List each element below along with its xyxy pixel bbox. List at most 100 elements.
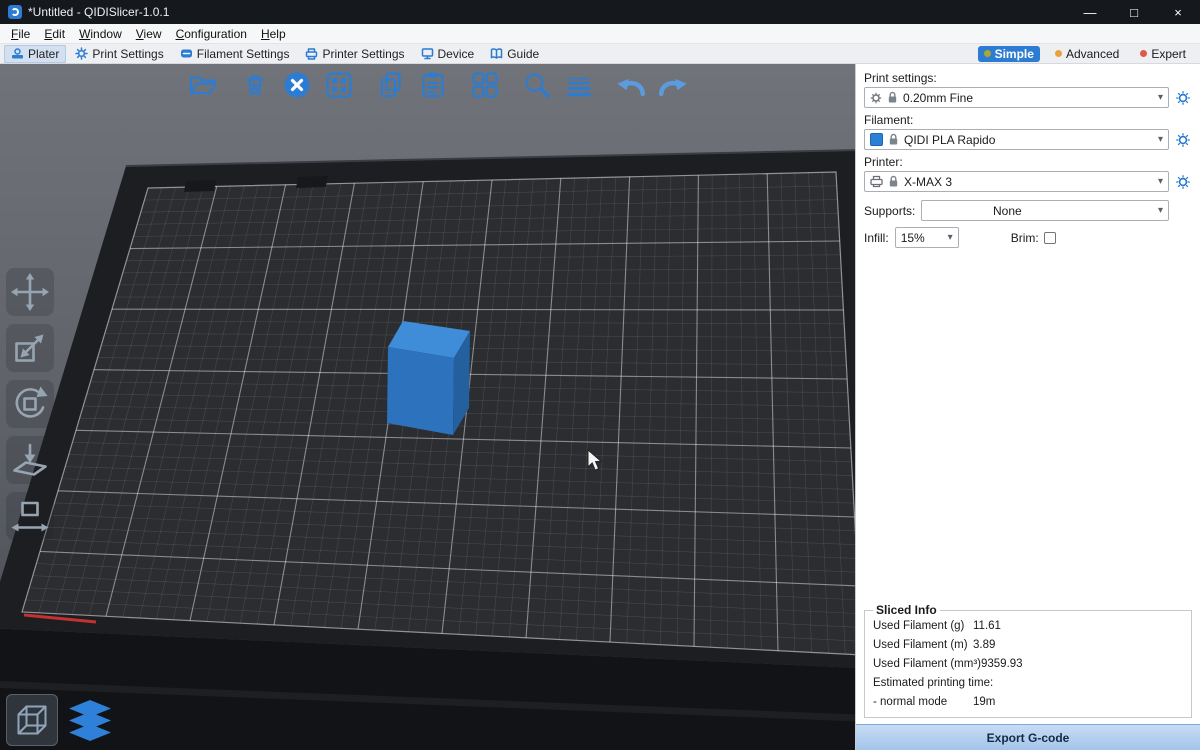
settings-sidebar: Print settings: 0.20mm Fine ▾ Filament: …: [855, 64, 1200, 750]
measure-tool-button[interactable]: [6, 492, 54, 540]
simple-mode-dot-icon: [984, 50, 991, 57]
minimize-button[interactable]: —: [1068, 0, 1112, 24]
gear-icon: [1175, 90, 1191, 106]
rotate-icon: [10, 384, 50, 424]
search-icon: [522, 70, 552, 100]
mode-label: Simple: [995, 47, 1034, 61]
tab-label: Print Settings: [92, 47, 163, 61]
advanced-mode-dot-icon: [1055, 50, 1062, 57]
preview-layers-view-button[interactable]: [64, 694, 116, 746]
sliced-info-value: 3.89: [973, 636, 995, 655]
rotate-tool-button[interactable]: [6, 380, 54, 428]
sliced-info-label: Estimated printing time:: [873, 674, 993, 693]
search-button[interactable]: [520, 68, 554, 102]
brim-checkbox[interactable]: [1044, 232, 1056, 244]
edit-filament-button[interactable]: [1174, 131, 1192, 149]
print-settings-value: 0.20mm Fine: [903, 91, 973, 105]
print-settings-combo[interactable]: 0.20mm Fine ▾: [864, 87, 1169, 108]
3d-editor-view-icon: [14, 702, 50, 738]
supports-value: None: [993, 204, 1022, 218]
printer-combo[interactable]: X-MAX 3 ▾: [864, 171, 1169, 192]
variable-layer-height-icon: [564, 70, 594, 100]
menu-bar: File Edit Window View Configuration Help: [0, 24, 1200, 44]
delete-icon: [240, 70, 270, 100]
split-button[interactable]: [468, 68, 502, 102]
scale-icon: [10, 328, 50, 368]
place-on-face-icon: [10, 440, 50, 480]
tab-device[interactable]: Device: [414, 45, 482, 63]
filament-combo[interactable]: QIDI PLA Rapido ▾: [864, 129, 1169, 150]
menu-configuration[interactable]: Configuration: [169, 26, 254, 42]
variable-layer-height-button[interactable]: [562, 68, 596, 102]
open-button[interactable]: [186, 68, 220, 102]
view-toggle-bar: [6, 694, 116, 746]
sliced-info-label: Used Filament (m): [873, 636, 973, 655]
printer-icon: [305, 47, 318, 60]
mode-expert[interactable]: Expert: [1134, 46, 1192, 62]
printer-icon: [870, 175, 883, 188]
tab-label: Device: [438, 47, 475, 61]
filament-icon: [180, 47, 193, 60]
bed-clip: [184, 180, 216, 192]
brim-label: Brim:: [1011, 231, 1039, 245]
supports-label: Supports:: [864, 204, 915, 218]
menu-window[interactable]: Window: [72, 26, 129, 42]
lock-icon: [888, 133, 899, 146]
copy-button[interactable]: [374, 68, 408, 102]
tab-plater[interactable]: Plater: [4, 45, 66, 63]
tab-label: Guide: [507, 47, 539, 61]
redo-icon: [656, 70, 690, 100]
maximize-button[interactable]: □: [1112, 0, 1156, 24]
delete-button[interactable]: [238, 68, 272, 102]
gear-icon: [1175, 174, 1191, 190]
place-on-face-tool-button[interactable]: [6, 436, 54, 484]
export-gcode-button[interactable]: Export G-code: [856, 724, 1200, 750]
filament-label: Filament:: [864, 113, 1192, 127]
sliced-info-label: Used Filament (g): [873, 617, 973, 636]
menu-edit[interactable]: Edit: [37, 26, 72, 42]
undo-icon: [614, 70, 648, 100]
menu-file[interactable]: File: [4, 26, 37, 42]
chevron-down-icon: ▾: [1158, 134, 1163, 145]
filament-color-swatch: [870, 133, 883, 146]
tab-label: Printer Settings: [322, 47, 404, 61]
infill-label: Infill:: [864, 231, 889, 245]
undo-button[interactable]: [614, 68, 648, 102]
delete-all-button[interactable]: [280, 68, 314, 102]
app-logo-icon: [8, 5, 22, 19]
edit-printer-button[interactable]: [1174, 173, 1192, 191]
move-tool-button[interactable]: [6, 268, 54, 316]
sliced-info-value: 11.61: [973, 617, 1001, 636]
lock-icon: [887, 91, 898, 104]
tab-print-settings[interactable]: Print Settings: [68, 45, 170, 63]
supports-combo[interactable]: None ▾: [921, 200, 1169, 221]
menu-help[interactable]: Help: [254, 26, 293, 42]
model-cube[interactable]: [387, 321, 470, 435]
bed-clip: [296, 176, 328, 188]
mode-simple[interactable]: Simple: [978, 46, 1040, 62]
chevron-down-icon: ▾: [1158, 205, 1163, 216]
delete-all-icon: [282, 70, 312, 100]
redo-button[interactable]: [656, 68, 690, 102]
expert-mode-dot-icon: [1140, 50, 1147, 57]
window-title: *Untitled - QIDISlicer-1.0.1: [28, 5, 169, 19]
scale-tool-button[interactable]: [6, 324, 54, 372]
3d-scene: [0, 64, 855, 750]
paste-button[interactable]: [416, 68, 450, 102]
menu-view[interactable]: View: [129, 26, 169, 42]
mode-switcher: Simple Advanced Expert: [978, 46, 1200, 62]
3d-editor-view-button[interactable]: [6, 694, 58, 746]
mode-advanced[interactable]: Advanced: [1049, 46, 1125, 62]
infill-combo[interactable]: 15% ▾: [895, 227, 959, 248]
tab-guide[interactable]: Guide: [483, 45, 546, 63]
copy-icon: [376, 70, 406, 100]
arrange-button[interactable]: [322, 68, 356, 102]
3d-viewport[interactable]: [0, 64, 855, 750]
tab-printer-settings[interactable]: Printer Settings: [298, 45, 411, 63]
split-icon: [470, 70, 500, 100]
tab-filament-settings[interactable]: Filament Settings: [173, 45, 297, 63]
edit-print-settings-button[interactable]: [1174, 89, 1192, 107]
sliced-info-value: 19m: [973, 693, 995, 712]
close-button[interactable]: ×: [1156, 0, 1200, 24]
lock-icon: [888, 175, 899, 188]
